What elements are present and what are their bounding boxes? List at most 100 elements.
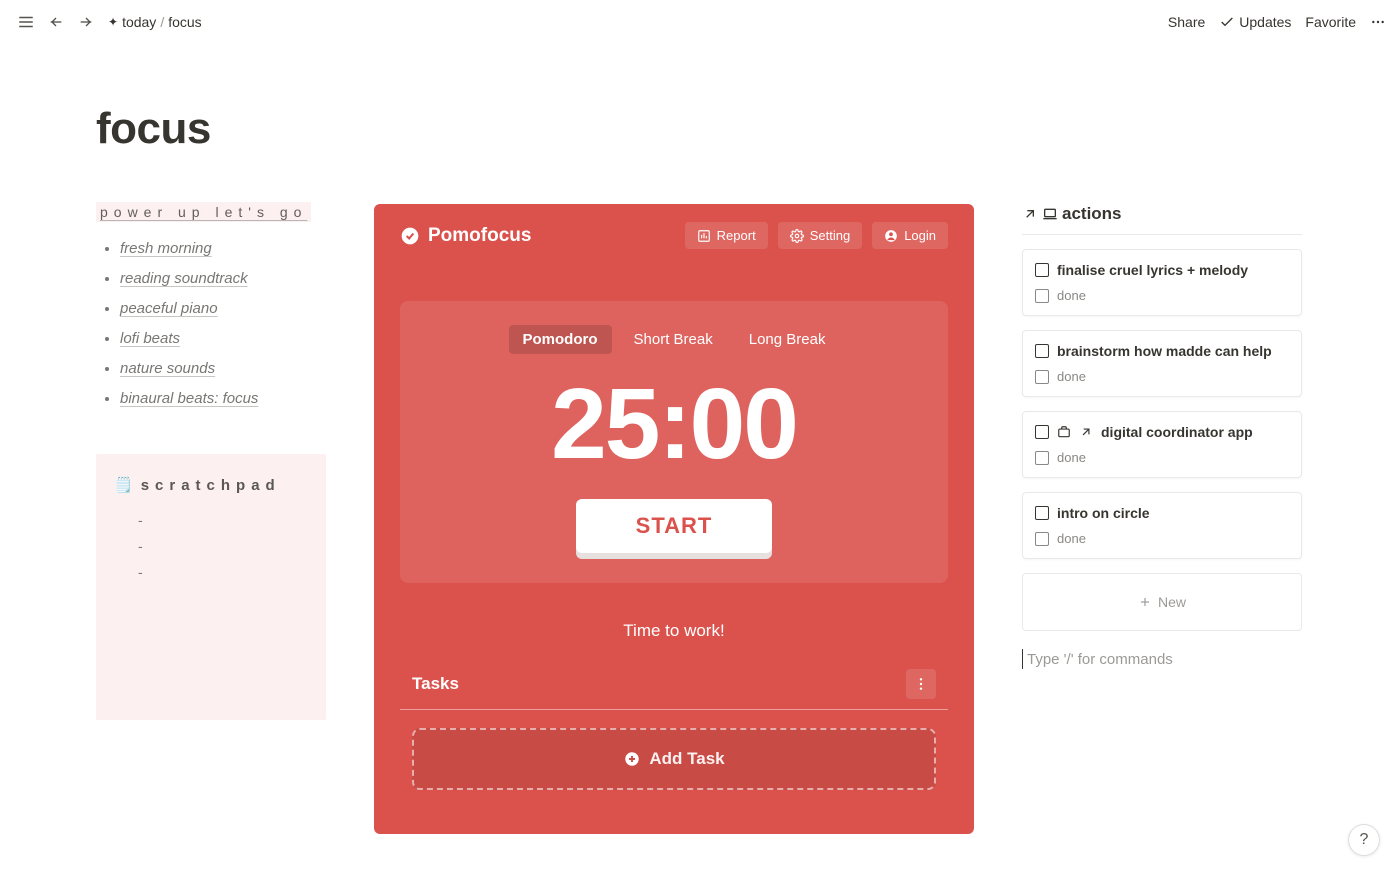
timer-display: 25:00 [420,372,928,477]
action-card[interactable]: finalise cruel lyrics + melody done [1022,249,1302,316]
checkbox[interactable] [1035,425,1049,439]
done-label: done [1057,450,1086,465]
updates-label: Updates [1239,14,1291,30]
action-card[interactable]: digital coordinator app done [1022,411,1302,478]
action-cards-list: finalise cruel lyrics + melodydonebrains… [1022,249,1302,559]
setting-button[interactable]: Setting [778,222,862,249]
column-right: actions finalise cruel lyrics + melody do… [1022,204,1302,669]
updates-button[interactable]: Updates [1219,14,1291,30]
action-card-title-row: intro on circle [1035,505,1289,521]
login-label: Login [904,228,936,243]
breadcrumb: ✦ today / focus [108,14,202,30]
chart-icon [697,229,711,243]
checkbox[interactable] [1035,344,1049,358]
checkbox[interactable] [1035,451,1049,465]
pomo-brand[interactable]: Pomofocus [400,225,531,247]
actions-heading-text: actions [1062,204,1122,224]
columns: power up let's go fresh morning reading … [96,204,1400,834]
nav-back-icon[interactable] [44,10,68,34]
sidebar-toggle-icon[interactable] [14,10,38,34]
scratchpad-heading: 🗒️ scratchpad [114,476,308,494]
favorite-button[interactable]: Favorite [1305,14,1356,30]
more-menu-icon[interactable] [1370,14,1386,30]
action-card-title-row: brainstorm how madde can help [1035,343,1289,359]
setting-label: Setting [810,228,850,243]
action-card-done-row: done [1035,450,1289,465]
login-button[interactable]: Login [872,222,948,249]
check-circle-icon [400,226,420,246]
add-task-label: Add Task [649,749,724,769]
start-button[interactable]: START [576,499,773,553]
scratchpad-block: 🗒️ scratchpad - - - [96,454,326,720]
powerup-heading: power up let's go [96,202,311,222]
pomo-tasks-header: Tasks [400,669,948,710]
action-card-title-row: digital coordinator app [1035,424,1289,440]
pomofocus-embed: Pomofocus Report Setting L [374,204,974,834]
scratchpad-item[interactable]: - [138,512,308,528]
scratchpad-item[interactable]: - [138,564,308,580]
tab-long-break[interactable]: Long Break [735,325,840,354]
slash-command-wrapper [1022,649,1302,669]
playlist-item[interactable]: binaural beats: focus [120,384,326,414]
action-card-title-row: finalise cruel lyrics + melody [1035,262,1289,278]
playlist: fresh morning reading soundtrack peacefu… [96,234,326,414]
pomo-topbar: Pomofocus Report Setting L [400,222,948,249]
pomo-actions: Report Setting Login [685,222,948,249]
check-icon [1219,14,1235,30]
checkbox[interactable] [1035,532,1049,546]
report-label: Report [717,228,756,243]
breadcrumb-separator: / [160,14,164,30]
playlist-item[interactable]: fresh morning [120,234,326,264]
topbar-left: ✦ today / focus [14,10,202,34]
page-title: focus [96,104,1400,154]
plus-circle-icon [623,750,641,768]
action-card-done-row: done [1035,369,1289,384]
action-card-done-row: done [1035,288,1289,303]
arrow-top-right-icon [1079,425,1093,439]
scratchpad-heading-text: scratchpad [141,477,281,494]
sparkle-icon: ✦ [108,15,118,29]
tab-short-break[interactable]: Short Break [620,325,727,354]
add-task-button[interactable]: Add Task [412,728,936,790]
new-label: New [1158,594,1186,610]
tab-pomodoro[interactable]: Pomodoro [509,325,612,354]
done-label: done [1057,288,1086,303]
nav-forward-icon[interactable] [74,10,98,34]
breadcrumb-current[interactable]: focus [168,14,201,30]
notepad-icon: 🗒️ [114,476,133,494]
checkbox[interactable] [1035,370,1049,384]
scratchpad-item[interactable]: - [138,538,308,554]
report-button[interactable]: Report [685,222,768,249]
column-middle: Pomofocus Report Setting L [374,204,974,834]
tasks-menu-button[interactable] [906,669,936,699]
playlist-item[interactable]: peaceful piano [120,294,326,324]
page-body: focus power up let's go fresh morning re… [0,44,1400,834]
new-action-button[interactable]: New [1022,573,1302,631]
playlist-item[interactable]: reading soundtrack [120,264,326,294]
action-card-done-row: done [1035,531,1289,546]
pomo-message: Time to work! [400,621,948,641]
action-card[interactable]: intro on circle done [1022,492,1302,559]
checkbox[interactable] [1035,263,1049,277]
pomo-tabs: Pomodoro Short Break Long Break [420,325,928,354]
action-card[interactable]: brainstorm how madde can help done [1022,330,1302,397]
gear-icon [790,229,804,243]
help-button[interactable]: ? [1348,824,1380,856]
checkbox[interactable] [1035,506,1049,520]
arrow-top-right-icon [1022,206,1038,222]
actions-heading[interactable]: actions [1022,204,1302,235]
pomo-panel: Pomodoro Short Break Long Break 25:00 ST… [400,301,948,583]
column-left: power up let's go fresh morning reading … [96,204,326,720]
user-icon [884,229,898,243]
slash-command-input[interactable] [1025,650,1302,669]
share-button[interactable]: Share [1168,14,1205,30]
action-card-title: brainstorm how madde can help [1057,343,1272,359]
pomo-brand-text: Pomofocus [428,225,531,247]
checkbox[interactable] [1035,289,1049,303]
playlist-item[interactable]: nature sounds [120,354,326,384]
playlist-item[interactable]: lofi beats [120,324,326,354]
breadcrumb-root[interactable]: today [122,14,156,30]
action-card-title: finalise cruel lyrics + melody [1057,262,1248,278]
briefcase-icon [1057,425,1071,439]
kebab-icon [913,676,929,692]
